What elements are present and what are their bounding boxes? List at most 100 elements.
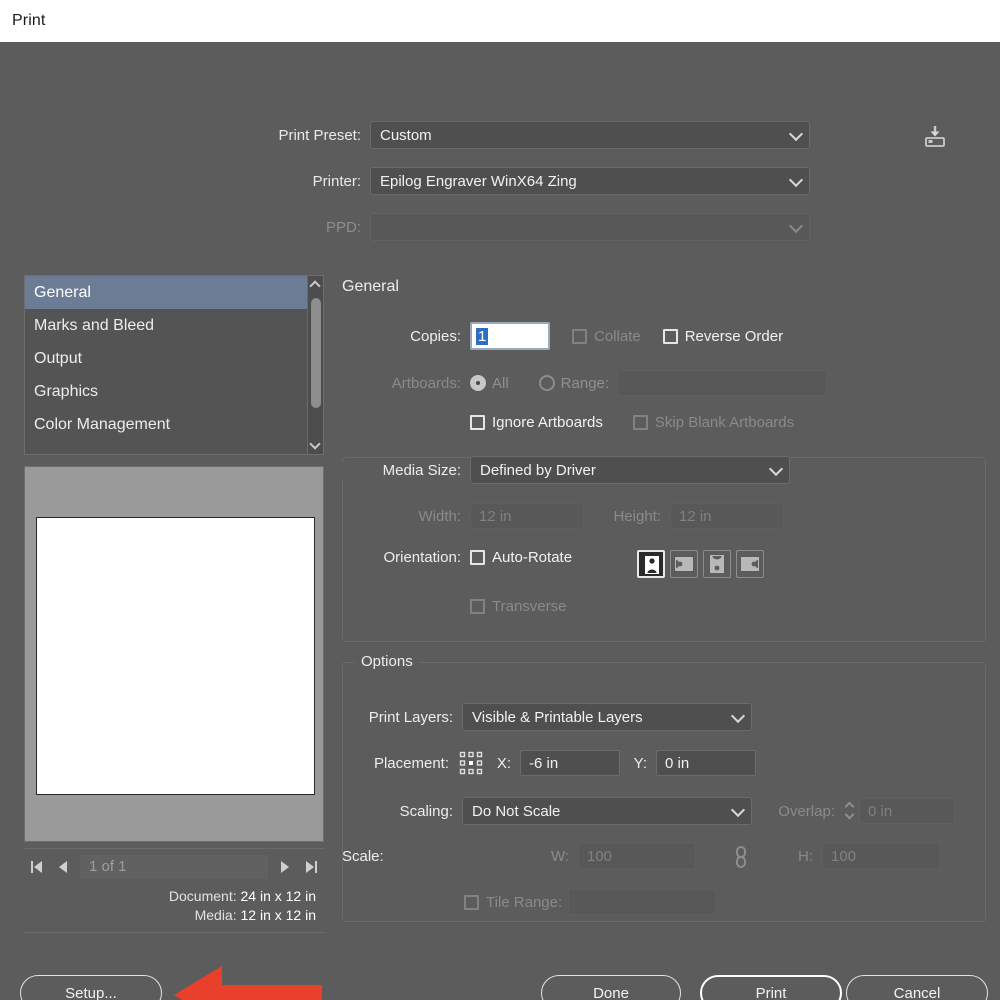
media-size-select[interactable]: Defined by Driver: [470, 456, 790, 484]
ignore-artboards-checkbox[interactable]: Ignore Artboards: [470, 414, 603, 431]
chevron-up-icon[interactable]: [308, 277, 324, 293]
landscape-right-icon[interactable]: [736, 550, 764, 578]
print-dialog-window: Print Print Preset: Custom Printer: Epil…: [0, 0, 1000, 1000]
height-value: 12 in: [679, 508, 712, 525]
print-preset-value: Custom: [380, 127, 432, 144]
scaling-select[interactable]: Do Not Scale: [462, 797, 752, 825]
sidebar-item-color-management[interactable]: Color Management: [25, 408, 323, 441]
link-chain-icon[interactable]: [728, 843, 754, 871]
setup-button-label: Setup...: [65, 985, 117, 1000]
copies-value: 1: [476, 328, 488, 345]
placement-label: Placement:: [342, 755, 458, 772]
chevron-down-icon: [789, 127, 803, 141]
first-page-icon[interactable]: [24, 854, 50, 880]
scale-label: Scale:: [342, 848, 400, 865]
scale-h-value: 100: [831, 848, 856, 865]
page-number-field[interactable]: 1 of 1: [80, 855, 268, 879]
radio-icon: [470, 375, 486, 391]
previous-page-icon[interactable]: [50, 854, 76, 880]
copies-input[interactable]: 1: [470, 322, 550, 350]
last-page-icon[interactable]: [298, 854, 324, 880]
landscape-left-icon[interactable]: [670, 550, 698, 578]
save-preset-icon[interactable]: [920, 122, 950, 150]
chevron-down-icon: [731, 709, 745, 723]
artboards-range-radio[interactable]: Range:: [539, 375, 609, 392]
placement-x-label: X:: [484, 755, 520, 772]
document-size-value: 24 in x 12 in: [241, 888, 317, 904]
sidebar-item-graphics[interactable]: Graphics: [25, 375, 323, 408]
print-sections-list[interactable]: General Marks and Bleed Output Graphics …: [24, 275, 324, 455]
scrollbar-thumb[interactable]: [311, 298, 321, 408]
placement-y-input[interactable]: 0 in: [656, 750, 756, 776]
print-preview-panel[interactable]: [24, 466, 324, 842]
printer-row: Printer: Epilog Engraver WinX64 Zing: [250, 167, 810, 195]
sidebar-item-output[interactable]: Output: [25, 342, 323, 375]
placement-proxy-icon[interactable]: [458, 750, 484, 776]
chevron-down-icon: [769, 462, 783, 476]
portrait-down-icon[interactable]: [703, 550, 731, 578]
orientation-row: Orientation: Auto-Rotate: [342, 549, 572, 566]
reverse-order-checkbox[interactable]: Reverse Order: [663, 328, 783, 345]
print-button-label: Print: [756, 985, 787, 1000]
sidebar-item-marks-and-bleed[interactable]: Marks and Bleed: [25, 309, 323, 342]
artboards-all-radio[interactable]: All: [470, 375, 509, 392]
media-size-row: Media: 12 in x 12 in: [24, 907, 316, 923]
media-size-value: Defined by Driver: [480, 462, 596, 479]
collate-checkbox: Collate: [572, 328, 641, 345]
transverse-label: Transverse: [492, 598, 566, 615]
overlap-value: 0 in: [868, 803, 892, 820]
media-size-label: Media:: [195, 907, 237, 923]
height-label: Height:: [584, 508, 670, 525]
chevron-down-icon[interactable]: [308, 437, 324, 453]
auto-rotate-checkbox[interactable]: Auto-Rotate: [470, 549, 572, 566]
print-layers-value: Visible & Printable Layers: [472, 709, 643, 726]
scale-row: Scale: W: 100 H: 100: [342, 843, 940, 869]
width-value: 12 in: [479, 508, 512, 525]
checkbox-icon: [470, 599, 485, 614]
ppd-row: PPD:: [250, 213, 810, 241]
print-dialog-body: Print Preset: Custom Printer: Epilog Eng…: [0, 42, 1000, 1000]
overlap-input: 0 in: [859, 798, 955, 824]
scaling-label: Scaling:: [342, 803, 462, 820]
document-info: Document: 24 in x 12 in Media: 12 in x 1…: [24, 888, 324, 926]
print-layers-label: Print Layers:: [342, 709, 462, 726]
media-dimensions-row: Width: 12 in Height: 12 in: [342, 503, 784, 529]
left-pointing-arrow: [172, 964, 324, 1000]
section-title: General: [342, 278, 399, 296]
sidebar-item-partial[interactable]: [25, 441, 323, 455]
done-button-label: Done: [593, 985, 629, 1000]
placement-x-input[interactable]: -6 in: [520, 750, 620, 776]
tile-range-row: Tile Range:: [464, 889, 716, 915]
setup-button[interactable]: Setup...: [20, 975, 162, 1000]
radio-icon: [539, 375, 555, 391]
stepper-icon: [844, 800, 857, 822]
printer-select[interactable]: Epilog Engraver WinX64 Zing: [370, 167, 810, 195]
sidebar-item-general[interactable]: General: [25, 276, 323, 309]
placement-x-value: -6 in: [529, 755, 558, 772]
done-button[interactable]: Done: [541, 975, 681, 1000]
window-title: Print: [12, 12, 45, 30]
scale-w-label: W:: [400, 848, 578, 865]
sidebar-scrollbar[interactable]: [307, 276, 323, 454]
cancel-button[interactable]: Cancel: [846, 975, 988, 1000]
scaling-row: Scaling: Do Not Scale Overlap: 0 in: [342, 797, 955, 825]
print-preset-select[interactable]: Custom: [370, 121, 810, 149]
media-size-value: 12 in x 12 in: [241, 907, 317, 923]
print-layers-select[interactable]: Visible & Printable Layers: [462, 703, 752, 731]
next-page-icon[interactable]: [272, 854, 298, 880]
reverse-order-label: Reverse Order: [685, 328, 783, 345]
document-size-row: Document: 24 in x 12 in: [24, 888, 316, 904]
width-input: 12 in: [470, 503, 584, 529]
chevron-down-icon: [789, 173, 803, 187]
options-group: Options: [342, 662, 986, 922]
media-size-label: Media Size:: [342, 462, 470, 479]
document-size-label: Document:: [169, 888, 237, 904]
print-button[interactable]: Print: [700, 975, 842, 1000]
cancel-button-label: Cancel: [894, 985, 941, 1000]
artboards-all-label: All: [492, 375, 509, 392]
portrait-up-icon[interactable]: [637, 550, 665, 578]
collate-label: Collate: [594, 328, 641, 345]
options-legend: Options: [355, 653, 419, 670]
chevron-down-icon: [731, 803, 745, 817]
ppd-select: [370, 213, 810, 241]
